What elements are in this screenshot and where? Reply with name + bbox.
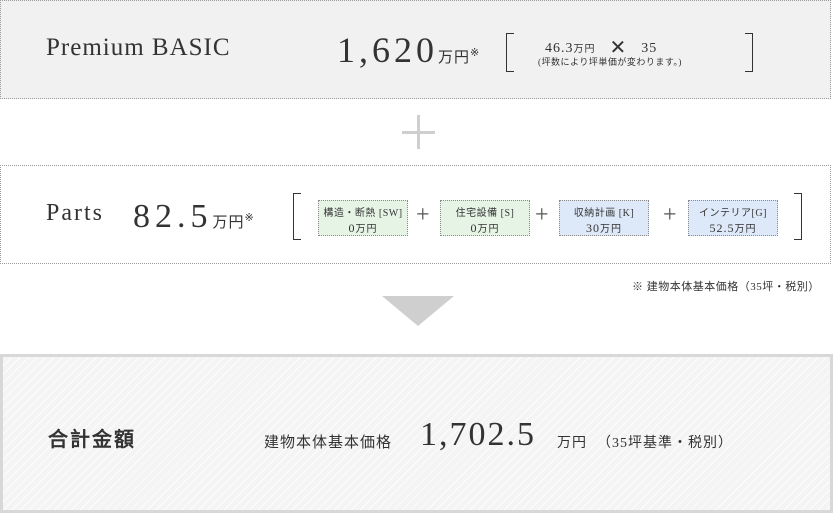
part-value: 0万円 — [470, 221, 500, 235]
part-value: 52.5万円 — [709, 221, 757, 235]
part-name: 構造・断熱 [SW] — [323, 208, 403, 219]
basic-price-mark: ※ — [470, 47, 480, 59]
basic-plan-price: 1,620万円※ — [337, 28, 479, 80]
total-note: （35坪基準・税別） — [597, 436, 733, 451]
part-name: 住宅設備 [S] — [455, 208, 515, 219]
parts-bracket-left — [293, 193, 301, 240]
unit-price-value: 46.3 — [545, 41, 574, 56]
parts-bracket-right — [794, 193, 802, 240]
basic-bracket-right — [745, 33, 753, 72]
parts-price-unit: 万円 — [212, 215, 245, 231]
basic-plan-title: Premium BASIC — [46, 34, 231, 61]
part-structure-insulation: 構造・断熱 [SW] 0万円 — [318, 200, 408, 236]
part-value: 30万円 — [586, 221, 622, 235]
tsubo-count: 35 — [641, 41, 658, 56]
price-footnote: ※ 建物本体基本価格（35坪・税別） — [632, 281, 820, 293]
part-name: 収納計画 [K] — [573, 208, 635, 219]
total-title: 合計金額 — [48, 429, 136, 451]
plus-icon: + — [416, 202, 430, 228]
parts-title: Parts — [46, 200, 104, 226]
part-housing-equipment: 住宅設備 [S] 0万円 — [440, 200, 530, 236]
part-storage-plan: 収納計画 [K] 30万円 — [559, 200, 649, 236]
part-interior: インテリア[G] 52.5万円 — [688, 200, 778, 236]
plus-icon-vertical — [417, 115, 420, 149]
parts-price-value: 82.5 — [133, 198, 213, 235]
basic-price-value: 1,620 — [337, 30, 438, 70]
part-value: 0万円 — [348, 221, 378, 235]
total-unit: 万円 — [557, 436, 587, 451]
unit-price-unit: 万円 — [573, 44, 596, 55]
down-arrow-icon — [382, 296, 454, 326]
parts-price: 82.5万円※ — [133, 196, 254, 244]
basic-bracket-left — [506, 33, 514, 72]
basic-calculation-note: (坪数により坪単価が変わります。) — [538, 57, 682, 67]
parts-price-mark: ※ — [244, 212, 254, 224]
plus-icon: + — [535, 202, 549, 228]
part-name: インテリア[G] — [699, 208, 767, 219]
total-label: 建物本体基本価格 — [264, 435, 393, 451]
total-value: 1,702.5 — [420, 416, 536, 453]
basic-price-unit: 万円 — [438, 50, 471, 66]
plus-icon: + — [663, 202, 677, 228]
